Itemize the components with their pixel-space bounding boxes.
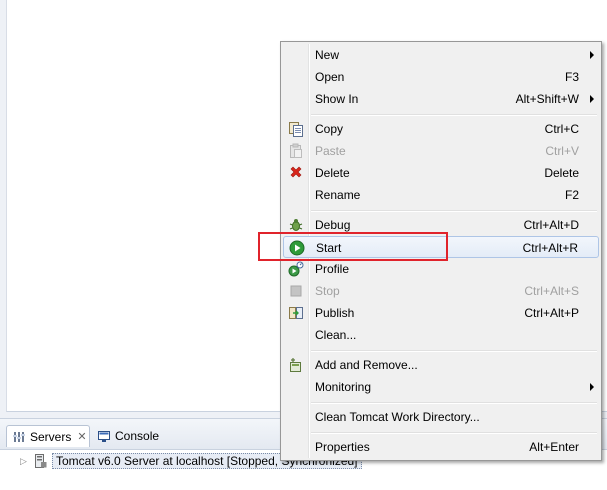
menu-item-shortcut: Ctrl+V — [545, 144, 579, 158]
submenu-arrow-icon — [590, 51, 594, 59]
menu-separator — [311, 432, 597, 434]
menu-item-label: Delete — [315, 166, 350, 180]
tab-console-label: Console — [115, 429, 160, 443]
menu-item-show-in[interactable]: Show In Alt+Shift+W — [283, 88, 599, 110]
menu-item-rename[interactable]: Rename F2 — [283, 184, 599, 206]
menu-item-shortcut: Ctrl+Alt+S — [524, 284, 579, 298]
menu-item-shortcut: Alt+Shift+W — [515, 92, 579, 106]
menu-item-shortcut: Delete — [544, 166, 579, 180]
menu-item-shortcut: F2 — [564, 188, 579, 202]
menu-item-label: Clean Tomcat Work Directory... — [315, 410, 480, 424]
menu-item-label: Stop — [315, 284, 340, 298]
menu-item-clean[interactable]: Clean... — [283, 324, 599, 346]
stop-icon — [288, 283, 304, 299]
menu-item-label: Add and Remove... — [315, 358, 418, 372]
menu-item-shortcut: Alt+Enter — [529, 440, 579, 454]
menu-item-label: Publish — [315, 306, 355, 320]
menu-item-shortcut: Ctrl+C — [544, 122, 579, 136]
menu-item-label: Clean... — [315, 328, 357, 342]
delete-icon — [288, 165, 304, 181]
menu-separator — [311, 350, 597, 352]
profile-icon — [288, 261, 304, 277]
copy-icon — [288, 121, 304, 137]
menu-item-label: Paste — [315, 144, 346, 158]
start-highlight-annotation — [258, 232, 448, 261]
menu-item-label: Properties — [315, 440, 370, 454]
menu-item-clean-tomcat-work-directory[interactable]: Clean Tomcat Work Directory... — [283, 406, 599, 428]
menu-item-label: Open — [315, 70, 345, 84]
menu-item-monitoring[interactable]: Monitoring — [283, 376, 599, 398]
menu-item-new[interactable]: New — [283, 44, 599, 66]
tab-console[interactable]: Console — [92, 425, 172, 447]
menu-item-label: Show In — [315, 92, 359, 106]
menu-item-label: Profile — [315, 262, 350, 276]
menu-item-label: Rename — [315, 188, 361, 202]
menu-item-delete[interactable]: Delete Delete — [283, 162, 599, 184]
menu-item-shortcut: Ctrl+Alt+P — [524, 306, 579, 320]
eclipse-workbench: Servers ✕ Console ▷ Tomcat v6.0 Server a… — [0, 0, 607, 490]
menu-item-label: Debug — [315, 218, 351, 232]
menu-separator — [311, 114, 597, 116]
menu-item-publish[interactable]: Publish Ctrl+Alt+P — [283, 302, 599, 324]
close-icon[interactable]: ✕ — [77, 430, 86, 443]
menu-item-shortcut: Ctrl+Alt+D — [523, 218, 579, 232]
servers-icon — [13, 431, 25, 443]
add-remove-icon — [288, 357, 304, 373]
menu-item-open[interactable]: Open F3 — [283, 66, 599, 88]
menu-item-copy[interactable]: Copy Ctrl+C — [283, 118, 599, 140]
tab-servers[interactable]: Servers ✕ — [6, 425, 90, 447]
submenu-arrow-icon — [590, 95, 594, 103]
menu-item-profile[interactable]: Profile — [283, 258, 599, 280]
menu-item-shortcut: Ctrl+Alt+R — [522, 241, 578, 255]
menu-item-label: Copy — [315, 122, 344, 136]
menu-item-label: New — [315, 48, 340, 62]
submenu-arrow-icon — [590, 383, 594, 391]
expand-twisty-icon[interactable]: ▷ — [20, 456, 30, 467]
console-icon — [98, 430, 110, 442]
tab-servers-label: Servers — [30, 429, 72, 444]
menu-item-shortcut: F3 — [564, 70, 579, 84]
menu-separator — [311, 210, 597, 212]
menu-item-properties[interactable]: Properties Alt+Enter — [283, 436, 599, 458]
menu-item-paste[interactable]: Paste Ctrl+V — [283, 140, 599, 162]
paste-icon — [288, 143, 304, 159]
server-icon — [34, 454, 47, 468]
debug-icon — [288, 217, 304, 233]
publish-icon — [288, 305, 304, 321]
menu-separator — [311, 402, 597, 404]
menu-item-label: Monitoring — [315, 380, 372, 394]
menu-item-stop[interactable]: Stop Ctrl+Alt+S — [283, 280, 599, 302]
menu-item-add-remove[interactable]: Add and Remove... — [283, 354, 599, 376]
